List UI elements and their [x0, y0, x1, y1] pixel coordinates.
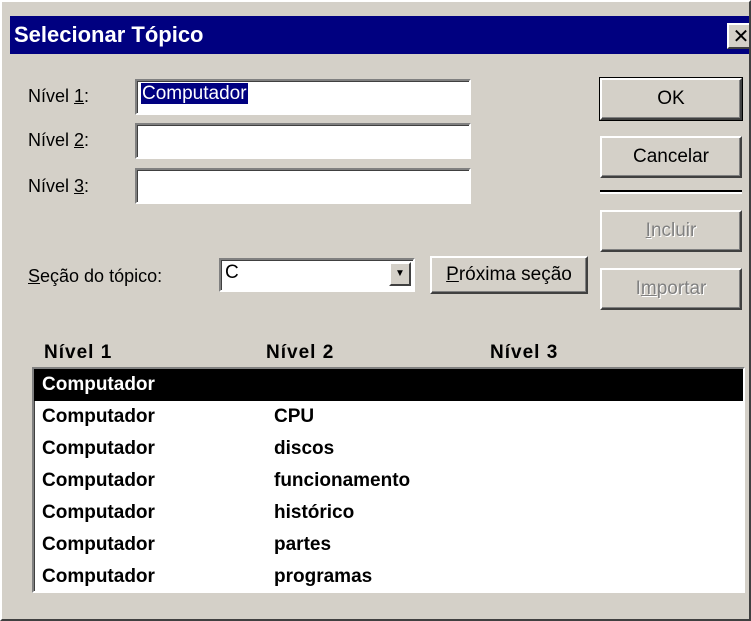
level2-label: Nível 2: — [28, 130, 90, 150]
list-item[interactable]: Computador CPU — [34, 401, 743, 433]
topic-list[interactable]: Computador Computador CPU Computador dis… — [32, 367, 745, 593]
column-header-level2: Nível 2 — [266, 342, 335, 363]
level1-input[interactable]: Computador — [135, 79, 471, 115]
import-label: Importar — [635, 278, 707, 299]
next-section-label: Próxima seção — [446, 264, 572, 285]
section-label: Seção do tópico: — [28, 266, 163, 286]
list-item[interactable]: Computador funcionamento — [34, 465, 743, 497]
close-icon: ✕ — [732, 24, 750, 48]
ok-button[interactable]: OK — [599, 77, 743, 121]
title-bar: Selecionar Tópico ✕ — [10, 16, 750, 54]
close-button[interactable]: ✕ — [727, 23, 750, 49]
import-button[interactable]: Importar — [600, 268, 742, 310]
column-header-level3: Nível 3 — [490, 342, 559, 363]
list-item[interactable]: Computador discos — [34, 433, 743, 465]
next-section-button[interactable]: Próxima seção — [430, 256, 588, 294]
level3-input[interactable] — [135, 168, 471, 204]
chevron-down-icon[interactable]: ▼ — [389, 262, 411, 286]
level3-label: Nível 3: — [28, 176, 90, 196]
list-item[interactable]: Computador — [34, 369, 743, 401]
ok-label: OK — [657, 88, 685, 109]
dialog-title: Selecionar Tópico — [14, 22, 204, 47]
list-item[interactable]: Computador partes — [34, 529, 743, 561]
button-separator — [600, 190, 742, 194]
column-header-level1: Nível 1 — [44, 342, 113, 363]
section-select[interactable]: C ▼ — [219, 258, 415, 292]
include-button[interactable]: Incluir — [600, 210, 742, 252]
cancel-button[interactable]: Cancelar — [600, 136, 742, 178]
list-item[interactable]: Computador programas — [34, 561, 743, 591]
level1-label: Nível 1: — [28, 86, 90, 106]
select-topic-dialog: Selecionar Tópico ✕ Nível 1: Computador … — [0, 0, 751, 621]
cancel-label: Cancelar — [632, 146, 710, 167]
section-value: C — [225, 262, 239, 283]
list-item[interactable]: Computador histórico — [34, 497, 743, 529]
include-label: Incluir — [645, 220, 697, 241]
level1-value: Computador — [141, 83, 248, 104]
level2-input[interactable] — [135, 123, 471, 159]
